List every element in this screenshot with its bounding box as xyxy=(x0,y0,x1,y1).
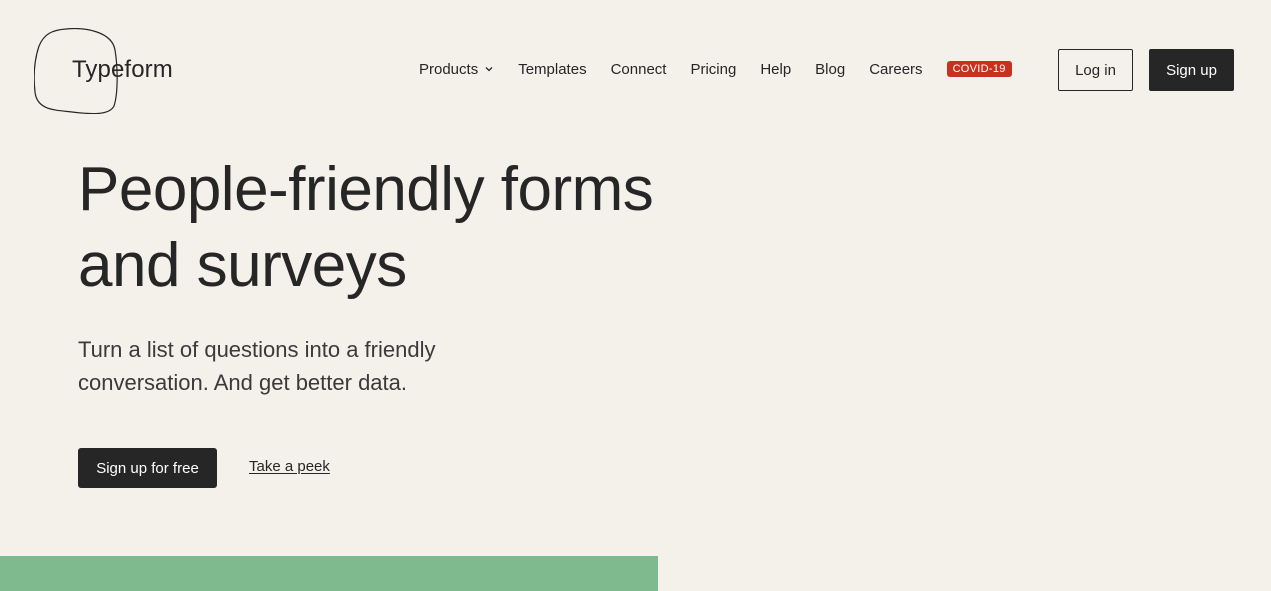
signup-button[interactable]: Sign up xyxy=(1149,49,1234,91)
nav-item-pricing[interactable]: Pricing xyxy=(690,61,736,78)
nav-item-connect[interactable]: Connect xyxy=(611,61,667,78)
logo-wordmark: Typeform xyxy=(72,56,173,83)
nav-item-blog[interactable]: Blog xyxy=(815,61,845,78)
typeform-logo[interactable]: Typeform xyxy=(34,28,194,114)
hero-subtitle-line-2: conversation. And get better data. xyxy=(78,370,408,395)
hero-subtitle-line-1: Turn a list of questions into a friendly xyxy=(78,337,436,362)
hero-title-line-1: People-friendly forms xyxy=(78,155,654,224)
nav-item-careers[interactable]: Careers xyxy=(869,61,922,78)
hero-subtitle: Turn a list of questions into a friendly… xyxy=(78,333,498,399)
covid-badge[interactable]: COVID-19 xyxy=(946,61,1012,77)
hero-title: People-friendly forms and surveys xyxy=(78,152,758,304)
hero-title-line-2: and surveys xyxy=(78,231,407,300)
login-button[interactable]: Log in xyxy=(1058,49,1133,91)
nav-item-templates[interactable]: Templates xyxy=(518,61,586,78)
main-nav: Products Templates Connect Pricing Help … xyxy=(419,58,1012,80)
nav-item-help[interactable]: Help xyxy=(760,61,791,78)
nav-item-products-label: Products xyxy=(419,60,479,78)
green-hero-band xyxy=(0,556,658,591)
nav-item-products[interactable]: Products xyxy=(419,61,494,78)
signup-for-free-button[interactable]: Sign up for free xyxy=(78,448,217,488)
site-header: Typeform Products Templates Connect Pric… xyxy=(0,0,1271,130)
chevron-down-icon xyxy=(485,67,493,72)
take-a-peek-link[interactable]: Take a peek xyxy=(249,458,330,475)
